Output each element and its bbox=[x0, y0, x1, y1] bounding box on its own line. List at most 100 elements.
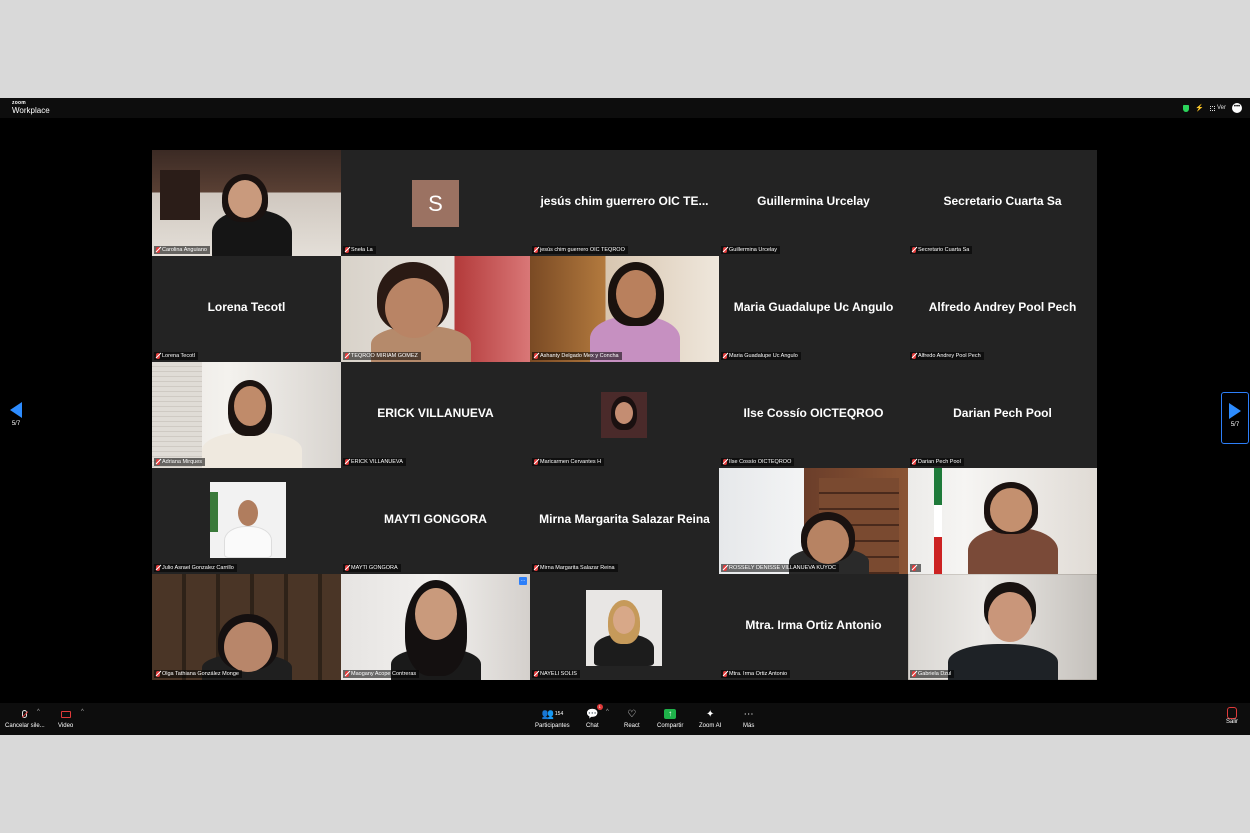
view-label: Ver bbox=[1216, 105, 1226, 111]
participant-tile[interactable]: NAYELI SOLIS bbox=[530, 574, 719, 680]
gallery-view: Carolina Anguiano S Sneła La jesús chim … bbox=[152, 150, 1097, 680]
muted-mic-icon bbox=[345, 565, 349, 571]
participant-name: Olga Tathiana González Monge bbox=[162, 671, 239, 677]
participant-nametag: Sneła La bbox=[343, 246, 376, 254]
participant-nametag: ROSSELY DENISSE VILLANUEVA KUYOC bbox=[721, 564, 839, 572]
participant-tile[interactable]: Gabriela Dzul bbox=[908, 574, 1097, 680]
participant-display-name: Mirna Margarita Salazar Reina bbox=[539, 512, 710, 526]
person-face bbox=[228, 180, 262, 218]
participant-nametag bbox=[910, 564, 921, 572]
participant-nametag: Mtra. Irma Ortiz Antonio bbox=[721, 670, 791, 678]
participants-button[interactable]: 👥 154 Participantes bbox=[535, 707, 570, 730]
participant-tile[interactable]: Maricarmen Cervantes H bbox=[530, 362, 719, 468]
encryption-shield-icon[interactable] bbox=[1183, 104, 1190, 112]
participant-nametag: Mirna Margarita Salazar Reina bbox=[532, 564, 618, 572]
chat-label: Chat bbox=[586, 723, 599, 729]
participant-display-name: MAYTI GONGORA bbox=[384, 512, 487, 526]
share-screen-icon: ↑ bbox=[664, 709, 677, 719]
person-face bbox=[238, 500, 258, 526]
participant-tile[interactable]: Secretario Cuarta Sa Secretario Cuarta S… bbox=[908, 150, 1097, 256]
zoom-logo: zoom Workplace bbox=[12, 101, 50, 115]
muted-mic-icon bbox=[156, 247, 160, 253]
participant-name: Maria Guadalupe Uc Angulo bbox=[729, 353, 798, 359]
participant-nametag: Ilse Cossío OICTEQROO bbox=[721, 458, 795, 466]
participants-count: 154 bbox=[554, 711, 564, 717]
person-face bbox=[615, 402, 633, 424]
participant-tile[interactable]: ROSSELY DENISSE VILLANUEVA KUYOC bbox=[719, 468, 908, 574]
share-label: Compartir bbox=[657, 723, 684, 729]
muted-mic-icon bbox=[723, 353, 727, 359]
participant-tile[interactable]: Darian Pech Pool Darian Pech Pool bbox=[908, 362, 1097, 468]
chat-button[interactable]: 💬 1 Chat bbox=[586, 704, 603, 729]
react-button[interactable]: ♡ React bbox=[624, 707, 640, 730]
participant-nametag: Darian Pech Pool bbox=[910, 458, 964, 466]
person-face bbox=[807, 520, 849, 564]
participant-tile[interactable] bbox=[908, 468, 1097, 574]
person-face bbox=[415, 588, 457, 640]
participant-name: NAYELI SOLIS bbox=[540, 671, 577, 677]
participant-nametag: Adriana Mirques bbox=[154, 458, 206, 466]
participant-tile[interactable]: Maria Guadalupe Uc Angulo Maria Guadalup… bbox=[719, 256, 908, 362]
video-button[interactable]: Video bbox=[58, 707, 73, 729]
muted-mic-icon bbox=[723, 247, 727, 253]
participant-display-name: ERICK VILLANUEVA bbox=[377, 406, 494, 420]
person-face bbox=[988, 592, 1032, 642]
participant-tile[interactable]: Guillermina Urcelay Guillermina Urcelay bbox=[719, 150, 908, 256]
participant-display-name: Mtra. Irma Ortiz Antonio bbox=[745, 618, 882, 632]
participant-tile[interactable]: Mtra. Irma Ortiz Antonio Mtra. Irma Orti… bbox=[719, 574, 908, 680]
participant-tile[interactable]: S Sneła La bbox=[341, 150, 530, 256]
more-button[interactable]: ⋯ Más bbox=[743, 707, 754, 730]
zoom-ai-button[interactable]: ✦ Zoom AI bbox=[699, 707, 722, 730]
participant-name: Gabriela Dzul bbox=[918, 671, 952, 677]
share-button[interactable]: ↑ Compartir bbox=[657, 707, 683, 729]
participant-nametag: Gabriela Dzul bbox=[910, 670, 955, 678]
prev-page-button[interactable]: 5/7 bbox=[2, 392, 30, 444]
person-face bbox=[234, 386, 266, 426]
participant-tile[interactable]: Ashanty Delgado Mex y Concha bbox=[530, 256, 719, 362]
window-more-icon[interactable]: ••• bbox=[1232, 103, 1242, 113]
person-face bbox=[224, 622, 272, 672]
participant-tile[interactable]: Adriana Mirques bbox=[152, 362, 341, 468]
bookshelf bbox=[160, 170, 200, 220]
participant-nametag: Maria Guadalupe Uc Angulo bbox=[721, 352, 801, 360]
profile-picture bbox=[601, 392, 647, 438]
leave-button[interactable]: Salir bbox=[1226, 707, 1238, 725]
participant-tile[interactable]: jesús chim guerrero OIC TE... jesús chim… bbox=[530, 150, 719, 256]
participant-tile[interactable]: Alfredo Andrey Pool Pech Alfredo Andrey … bbox=[908, 256, 1097, 362]
leave-label: Salir bbox=[1225, 719, 1238, 725]
more-icon: ⋯ bbox=[743, 708, 754, 720]
video-options-chevron-icon[interactable]: ^ bbox=[81, 709, 84, 715]
participant-tile[interactable]: Ilse Cossío OICTEQROO Ilse Cossío OICTEQ… bbox=[719, 362, 908, 468]
view-button[interactable]: Ver bbox=[1209, 105, 1226, 111]
participant-display-name: Darian Pech Pool bbox=[953, 406, 1052, 420]
person-body bbox=[968, 528, 1058, 574]
arrow-left-icon bbox=[10, 402, 22, 418]
bolt-icon: ⚡ bbox=[1195, 105, 1204, 112]
zoom-ai-label: Zoom AI bbox=[699, 723, 722, 729]
muted-mic-icon bbox=[345, 459, 349, 465]
participant-tile[interactable]: TEQROO MIRIAM GOMEZ bbox=[341, 256, 530, 362]
participant-tile[interactable]: Julio Asrael Gonzalez Carrillo bbox=[152, 468, 341, 574]
participant-nametag: Olga Tathiana González Monge bbox=[154, 670, 242, 678]
next-page-button[interactable]: 5/7 bbox=[1221, 392, 1249, 444]
participant-tile[interactable]: Olga Tathiana González Monge bbox=[152, 574, 341, 680]
muted-mic-icon bbox=[345, 353, 349, 359]
audio-options-chevron-icon[interactable]: ^ bbox=[37, 709, 40, 715]
person-body bbox=[224, 526, 272, 558]
participant-tile[interactable]: … Maogany Acope Contreras bbox=[341, 574, 530, 680]
participant-tile[interactable]: Mirna Margarita Salazar Reina Mirna Marg… bbox=[530, 468, 719, 574]
participant-nametag: TEQROO MIRIAM GOMEZ bbox=[343, 352, 421, 360]
participant-tile[interactable]: MAYTI GONGORA MAYTI GONGORA bbox=[341, 468, 530, 574]
chat-options-chevron-icon[interactable]: ^ bbox=[606, 709, 609, 715]
participant-tile[interactable]: Carolina Anguiano bbox=[152, 150, 341, 256]
participant-tile[interactable]: ERICK VILLANUEVA ERICK VILLANUEVA bbox=[341, 362, 530, 468]
participant-name: MAYTI GONGORA bbox=[351, 565, 398, 571]
participant-name: TEQROO MIRIAM GOMEZ bbox=[351, 353, 418, 359]
participant-name: Carolina Anguiano bbox=[162, 247, 207, 253]
heart-icon: ♡ bbox=[627, 708, 637, 720]
sparkle-icon: ✦ bbox=[705, 708, 715, 720]
participant-display-name: jesús chim guerrero OIC TE... bbox=[540, 194, 709, 208]
muted-mic-icon bbox=[912, 459, 916, 465]
person-face bbox=[613, 606, 635, 634]
participant-tile[interactable]: Lorena Tecotl Lorena Tecotl bbox=[152, 256, 341, 362]
